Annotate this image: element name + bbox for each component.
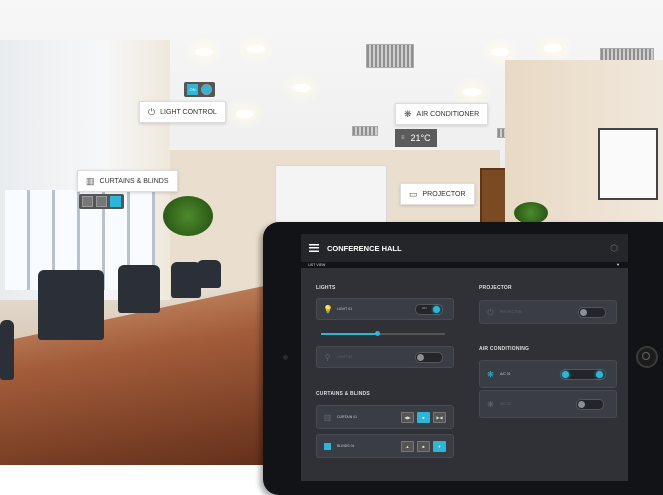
ac-01-toggle[interactable] [560,369,606,380]
curtain-open-button[interactable]: ◀▶ [401,412,414,423]
monitor-icon: ▭ [409,188,418,199]
light-mini-on[interactable]: ON [187,84,198,95]
section-projector-title: PROJECTOR [479,285,512,291]
bulb-off-icon: ⚲ [324,352,331,362]
blinds-01-buttons[interactable]: ▲ ■ ▼ [401,441,446,452]
toggle-knob [417,354,424,361]
light-01-dimmer[interactable] [321,331,445,336]
bulb-icon: 💡 [323,304,333,314]
blinds-up-button[interactable]: ▲ [401,441,414,452]
chair [38,270,104,340]
light-mini-knob[interactable] [201,84,212,95]
fan-icon: ❋ [487,369,494,379]
toggle-knob [433,306,440,313]
light-02-toggle[interactable] [415,352,443,363]
menu-icon[interactable] [309,244,319,252]
toggle-knob [562,371,569,378]
blinds-01-label: BLINDS 01 [337,444,355,448]
toggle-knob [578,401,585,408]
section-curtains-title: CURTAINS & BLINDS [316,391,370,397]
chair [0,320,14,380]
ac-01-card[interactable]: ❋ A/C 01 [479,360,617,388]
curtain-01-buttons[interactable]: ◀▶ ■ ▶◀ [401,412,446,423]
light-01-card[interactable]: 💡 LIGHT 01 ON [316,298,454,320]
dimmer-fill [321,333,377,335]
app-header: CONFERENCE HALL ⬡ [301,234,628,262]
projector-card[interactable]: ⏻ PROJECTOR [479,300,617,324]
light-control-tag[interactable]: ⏻ LIGHT CONTROL [139,101,226,123]
blinds-01-card[interactable]: BLINDS 01 ▲ ■ ▼ [316,434,454,458]
curtain-close-button[interactable]: ▶◀ [433,412,446,423]
tablet-home-button[interactable] [636,346,658,368]
ac-02-card[interactable]: ❋ A/C 02 [479,390,617,418]
temperature-value: 21°C [410,133,431,143]
ceiling-light [195,48,213,56]
light-02-card[interactable]: ⚲ LIGHT 02 [316,346,454,368]
ac-01-label: A/C 01 [500,372,511,376]
projector-label: PROJECTOR [500,310,522,314]
blinds-icon [324,442,331,450]
curtain-icon: ▥ [323,412,332,422]
power-icon: ⏻ [148,106,156,117]
air-conditioner-tag[interactable]: ❋ AIR CONDITIONER [395,103,489,125]
ac-02-label: A/C 02 [500,402,511,406]
control-app: CONFERENCE HALL ⬡ LIST VIEW ▼ LIGHTS 💡 L… [301,234,628,481]
ac-02-toggle[interactable] [576,399,604,410]
ceiling-light [544,44,562,52]
curtains-blinds-tag[interactable]: ▥ CURTAINS & BLINDS [77,170,178,192]
whiteboard [598,128,658,200]
ceiling-light [293,84,311,92]
curtain-icon: ▥ [86,175,95,186]
curtain-mini-button-2[interactable] [96,196,107,207]
section-lights-title: LIGHTS [316,285,336,291]
chair [197,260,221,288]
view-bar[interactable]: LIST VIEW ▼ [301,262,628,268]
light-01-toggle[interactable]: ON [415,304,443,315]
light-02-label: LIGHT 02 [337,355,353,359]
dimmer-knob[interactable] [374,331,380,336]
chevron-down-icon[interactable]: ▼ [616,262,620,268]
curtain-mini-button-1[interactable] [82,196,93,207]
projector-toggle[interactable] [578,307,606,318]
curtains-blinds-label: CURTAINS & BLINDS [99,177,169,185]
ceiling-vent [366,44,414,68]
curtain-stop-button[interactable]: ■ [417,412,430,423]
air-conditioner-label: AIR CONDITIONER [416,110,480,118]
projector-label: PROJECTOR [422,190,466,198]
app-title: CONFERENCE HALL [327,243,402,253]
plant [514,202,548,224]
projector-tag[interactable]: ▭ PROJECTOR [400,183,475,205]
curtains-mini-buttons[interactable] [79,194,124,209]
ceiling-vent [352,126,378,136]
ceiling-light [463,88,481,96]
view-label: LIST VIEW [308,263,326,267]
ceiling-light [491,48,509,56]
tablet-camera [283,355,288,360]
light-mini-toggle[interactable]: ON [184,82,215,97]
projector-icon: ⏻ [487,307,494,317]
light-01-toggle-text: ON [422,306,427,310]
settings-icon[interactable]: ⬡ [610,243,618,254]
toggle-knob [580,309,587,316]
temp-mode-icon: ≡ [401,135,405,141]
light-control-label: LIGHT CONTROL [160,108,217,116]
light-01-label: LIGHT 01 [337,307,353,311]
temperature-display[interactable]: ≡ 21°C [395,129,437,147]
chair [118,265,160,313]
curtain-01-label: CURTAIN 01 [337,415,358,419]
blinds-down-button[interactable]: ▼ [433,441,446,452]
ceiling-light [247,45,265,53]
fan-icon: ❋ [487,399,494,409]
curtain-mini-button-3[interactable] [110,196,121,207]
ceiling-light [236,110,254,118]
curtain-01-card[interactable]: ▥ CURTAIN 01 ◀▶ ■ ▶◀ [316,405,454,429]
fan-icon: ❋ [404,108,412,119]
section-air-title: AIR CONDITIONING [479,346,530,352]
blinds-stop-button[interactable]: ■ [417,441,430,452]
plant [163,196,213,236]
toggle-knob [596,371,603,378]
